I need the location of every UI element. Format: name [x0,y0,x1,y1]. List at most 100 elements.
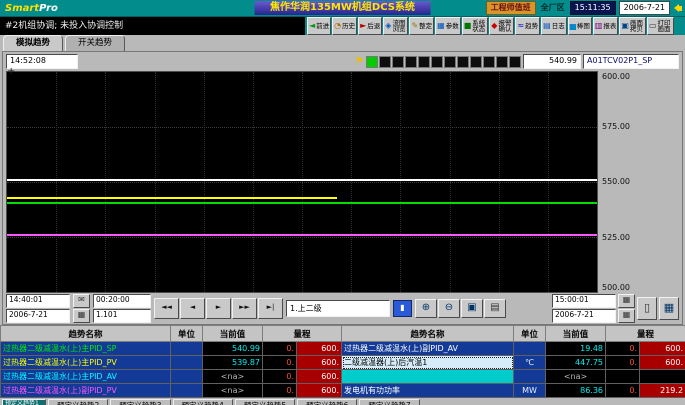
time-span-box[interactable]: 00:20:00 [93,294,151,308]
toolbar-button-back[interactable]: ►后退 [358,17,382,35]
predefined-trend-tab-1[interactable]: 预定义趋势1 [2,399,46,405]
trend-name-cell[interactable]: 过热器二级减温水(上)副PID_AV [342,342,514,356]
trend-plot[interactable] [6,71,598,293]
toolbar-button-alarm-ack[interactable]: ◆报警确认 [489,17,514,35]
trend-name-cell[interactable] [342,370,514,384]
toolbar-button-report[interactable]: ▥报表 [593,17,619,35]
legend-pen-12[interactable] [509,56,521,68]
toolbar-button-system-status[interactable]: ■系统状态 [462,17,489,35]
speaker-icon[interactable] [674,4,682,12]
trend-name-cell[interactable]: 发电机有功功率 [342,384,514,398]
col-header-unit: 单位 [514,326,546,342]
predefined-trend-tab-6[interactable]: 预定义趋势6 [297,399,357,405]
trend-name-cell[interactable]: 过热器二级减温水(上)主PID_AV [1,370,171,384]
toolbar-button-label: 报警确认 [498,20,512,33]
save-trend-button[interactable]: ▦ [659,297,679,320]
col-header-range: 量程 [263,326,342,342]
v-gridline [253,72,254,292]
legend-pen-9[interactable] [470,56,482,68]
toolbar-button-history[interactable]: ◔历史 [332,17,357,35]
predefined-trend-tab-7[interactable]: 预定义趋势7 [359,399,419,405]
toolbar-button-forward[interactable]: ◄前进 [307,17,331,35]
trend-type-tabs: 模拟趋势开关趋势 [0,35,685,51]
step-back-button[interactable]: ◄ [180,298,205,319]
legend-pen-2[interactable] [379,56,391,68]
tab-digital-trend[interactable]: 开关趋势 [65,35,125,51]
trend-range-min-cell: 0. [606,342,640,356]
legend-pen-5[interactable] [418,56,430,68]
calendar-end-button[interactable]: ▦ [618,309,635,323]
predefined-trend-tab-4[interactable]: 预定义趋势4 [173,399,233,405]
table-row: 过热器二级减温水(上)主PID_SP540.990.600.过热器二级减温水(上… [1,342,685,356]
legend-pen-6[interactable] [431,56,443,68]
legend-pen-10[interactable] [483,56,495,68]
v-gridline [499,72,500,292]
new-window-button[interactable]: ▯ [637,297,657,320]
duty-badge: 工程师值班 [486,1,536,15]
toolbar-button-label: 流图浏览 [392,20,406,33]
trend-name-cell[interactable]: 过热器二级减温水(上)主PID_PV [1,356,171,370]
trend-range-max-cell: 600. [297,342,342,356]
toolbar-button-print-screen[interactable]: ▭打印画面 [647,17,674,35]
trend-name-cell[interactable]: 二级减温器(上)后汽温1 [342,356,514,370]
menubar: #2机组协调; 未投入协调控制 ◄前进◔历史►后退◈流图浏览✎整定▦参数■系统状… [0,17,685,35]
right-action-buttons: ▯▦ [637,297,679,320]
selected-signal-box[interactable]: A01TCV02P1_SP [583,54,679,69]
span-group: 00:20:00 1.101 [93,294,151,323]
fast-forward-button[interactable]: ►► [232,298,257,319]
toolbar-button-label: 棒图 [577,23,590,30]
trend-range-min-cell: 0. [263,342,297,356]
predefined-trend-tab-2[interactable]: 预定义趋势2 [48,399,108,405]
trend-name-cell[interactable]: 过热器二级减温水(上)主PID_SP [1,342,171,356]
toolbar-button-flow-diagram[interactable]: ◈流图浏览 [383,17,408,35]
play-button[interactable]: ► [206,298,231,319]
legend-pen-4[interactable] [405,56,417,68]
trend-value-cell: 539.87 [203,356,263,370]
calendar-button[interactable]: ▦ [73,309,90,323]
start-time-box[interactable]: 14:40:01 [6,294,70,308]
legend-pen-3[interactable] [392,56,404,68]
legend-pen-8[interactable] [457,56,469,68]
area-selector[interactable]: 全厂区 [539,2,567,14]
print-button[interactable]: ▤ [484,299,506,318]
zoom-in-button[interactable]: ⊕ [415,299,437,318]
toolbar-button-log[interactable]: ▤日志 [541,17,567,35]
toolbar-button-tuning[interactable]: ✎整定 [409,17,434,35]
save-button[interactable]: ▣ [461,299,483,318]
col-header-name: 趋势名称 [342,326,514,342]
jump-start-button[interactable]: ◄◄ [154,298,179,319]
trend-name-cell[interactable]: 过热器二级减温水(上)副PID_PV [1,384,171,398]
toolbar-button-copy-screen[interactable]: ▣画面拷贝 [619,17,646,35]
table-row: 过热器二级减温水(上)主PID_AV<na>0.600.<na> [1,370,685,384]
start-date-box[interactable]: 2006-7-21 [6,309,70,323]
toolbar-button-parameter[interactable]: ▦参数 [435,17,461,35]
legend-pen-7[interactable] [444,56,456,68]
zoom-out-button[interactable]: ⊖ [438,299,460,318]
legend-pen-11[interactable] [496,56,508,68]
clock-date: 2006-7-21 [619,1,670,15]
tab-analog-trend[interactable]: 模拟趋势 [3,35,63,51]
v-gridline [56,72,57,292]
flag-icon[interactable]: ⚑ [355,57,364,67]
trend-line [7,179,597,181]
end-date-box[interactable]: 2006-7-21 [552,309,616,323]
signal-combo-input[interactable] [286,300,390,317]
ratio-box: 1.101 [93,309,151,323]
predefined-trend-tab-3[interactable]: 预定义趋势3 [110,399,170,405]
jump-end-button[interactable]: ►| [258,298,283,319]
app-logo-right: Pro [39,3,58,14]
toolbar-button-bar-chart[interactable]: ▅棒图 [568,17,592,35]
end-time-box[interactable]: 15:00:01 [552,294,616,308]
v-gridline [105,72,106,292]
trend-value-cell: 447.75 [546,356,606,370]
mail-button[interactable]: ✉ [73,294,90,308]
toolbar-button-label: 参数 [446,23,459,30]
predefined-trend-tab-5[interactable]: 预定义趋势5 [235,399,295,405]
calendar-start-button[interactable]: ▦ [618,294,635,308]
signal-combo-dropdown-button[interactable]: ▮ [393,300,412,317]
toolbar: ◄前进◔历史►后退◈流图浏览✎整定▦参数■系统状态◆报警确认≈趋势▤日志▅棒图▥… [305,17,685,35]
toolbar-button-trend[interactable]: ≈趋势 [515,17,540,35]
trend-pen-selector [366,56,521,68]
trend-range-min-cell: 0. [606,384,640,398]
legend-pen-1[interactable] [366,56,378,68]
